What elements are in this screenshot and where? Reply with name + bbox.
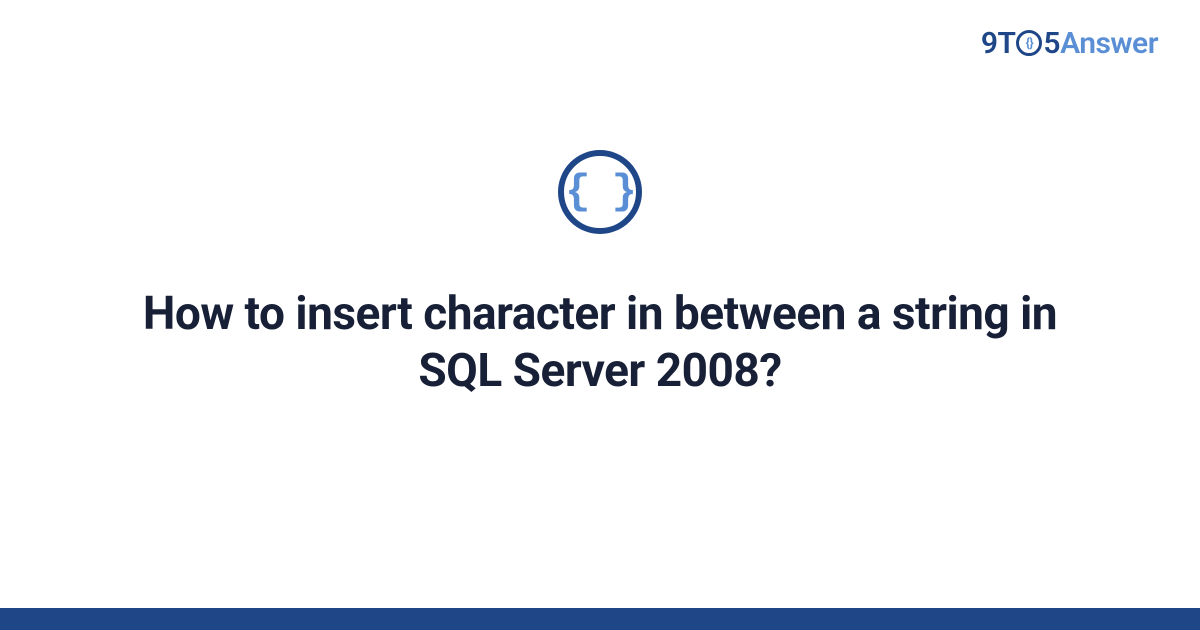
question-title: How to insert character in between a str… bbox=[120, 286, 1080, 401]
footer-bar bbox=[0, 608, 1200, 630]
category-icon: { } bbox=[558, 150, 642, 234]
main-content: { } How to insert character in between a… bbox=[0, 0, 1200, 630]
braces-icon: { } bbox=[565, 171, 635, 213]
